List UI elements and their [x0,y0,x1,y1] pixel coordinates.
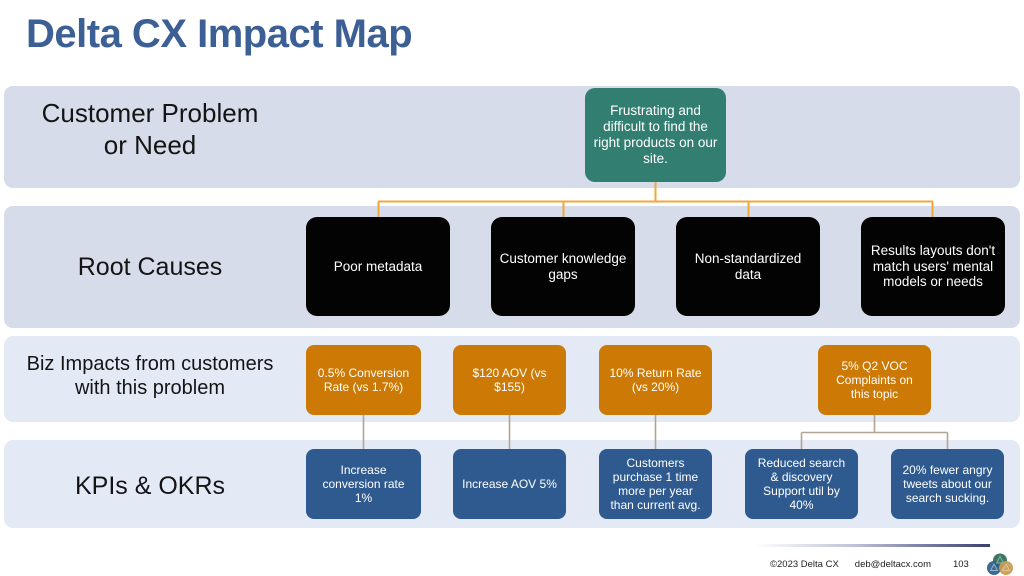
row-label-root-causes: Root Causes [77,253,223,281]
row-label-kpis-okrs: KPIs & OKRs [74,472,226,500]
row-label-customer-problem: Customer Problem or Need [41,98,259,160]
node-kpi-increase-conversion-rate[interactable]: Increase conversion rate 1% [306,449,421,519]
node-impact-aov[interactable]: $120 AOV (vs $155) [453,345,566,415]
page-title: Delta CX Impact Map [26,12,413,56]
delta-cx-logo-icon [987,553,1013,575]
node-root-cause-non-standardized[interactable]: Non-standardized data [676,217,820,316]
node-kpi-angry-tweets[interactable]: 20% fewer angry tweets about our search … [891,449,1004,519]
node-impact-voc-complaints[interactable]: 5% Q2 VOC Complaints on this topic [818,345,931,415]
node-impact-conversion-rate[interactable]: 0.5% Conversion Rate (vs 1.7%) [306,345,421,415]
node-root-cause-poor-metadata[interactable]: Poor metadata [306,217,450,316]
footer-email[interactable]: deb@deltacx.com [855,559,931,570]
node-impact-return-rate[interactable]: 10% Return Rate (vs 20%) [599,345,712,415]
node-kpi-increase-aov[interactable]: Increase AOV 5% [453,449,566,519]
node-kpi-purchase-frequency[interactable]: Customers purchase 1 time more per year … [599,449,712,519]
footer-copyright: ©2023 Delta CX [770,558,839,570]
node-kpi-support-utilization[interactable]: Reduced search & discovery Support util … [745,449,858,519]
node-root-cause-results-layouts[interactable]: Results layouts don't match users' menta… [861,217,1005,316]
footer-page-number: 103 [952,558,969,570]
node-root-cause-knowledge-gaps[interactable]: Customer knowledge gaps [491,217,635,316]
row-label-biz-impacts: Biz Impacts from customers with this pro… [26,353,274,400]
node-customer-problem[interactable]: Frustrating and difficult to find the ri… [585,88,726,182]
footer: ©2023 Delta CX deb@deltacx.com 103 [755,552,1024,576]
footer-divider [755,544,990,547]
